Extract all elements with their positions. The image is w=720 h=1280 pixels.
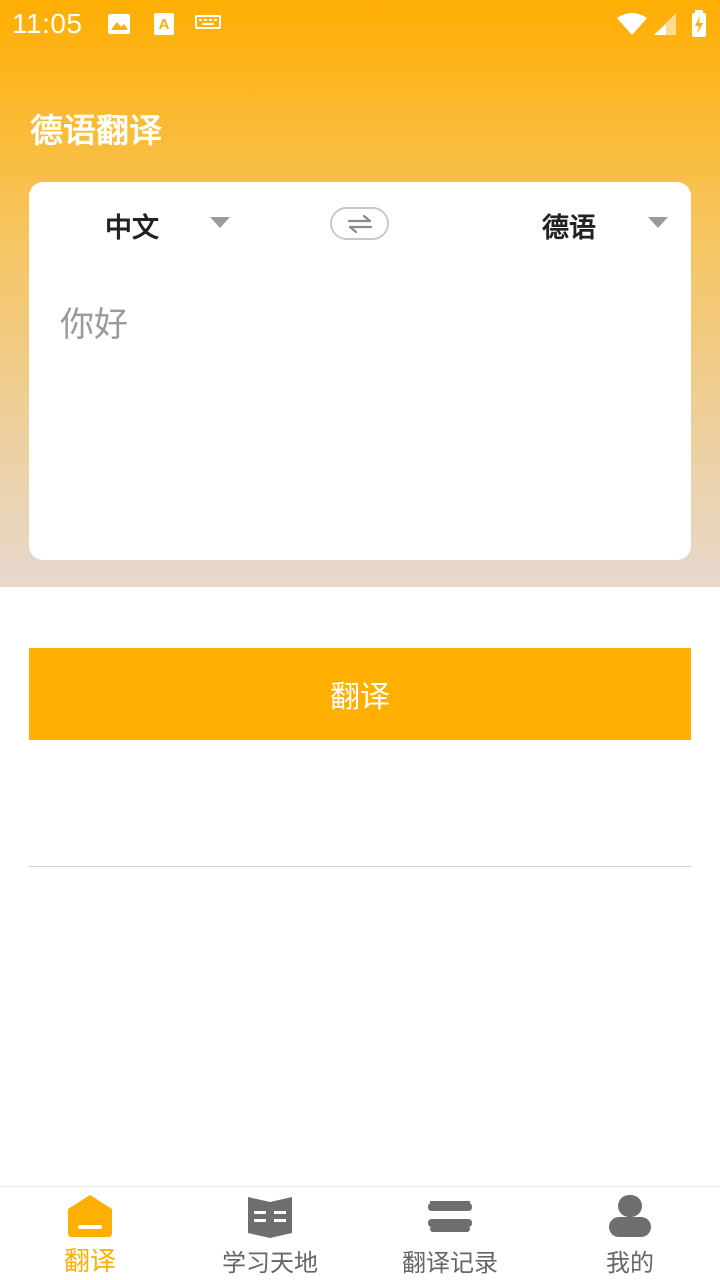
status-bar: 11:05 A xyxy=(0,0,720,50)
nav-label: 学习天地 xyxy=(222,1249,318,1277)
nav-label: 翻译记录 xyxy=(402,1249,498,1277)
page-title: 德语翻译 xyxy=(30,111,162,150)
target-language-selector[interactable]: 德语 xyxy=(542,206,596,245)
battery-charging-icon xyxy=(692,10,706,37)
book-icon xyxy=(248,1197,292,1238)
svg-text:A: A xyxy=(159,16,170,33)
home-icon xyxy=(68,1195,112,1237)
swap-icon xyxy=(347,214,372,233)
bottom-navigation: 翻译 学习天地 翻译记录 我的 xyxy=(0,1186,720,1280)
image-notification-icon xyxy=(108,14,130,34)
keyboard-icon xyxy=(195,15,221,29)
wifi-icon xyxy=(617,13,647,35)
font-notification-icon: A xyxy=(154,13,174,35)
nav-item-history[interactable]: 翻译记录 xyxy=(360,1187,540,1280)
swap-languages-button[interactable] xyxy=(330,207,389,240)
history-icon xyxy=(428,1201,472,1232)
nav-item-translate[interactable]: 翻译 xyxy=(0,1187,180,1280)
source-language-selector[interactable]: 中文 xyxy=(105,206,159,245)
nav-label: 我的 xyxy=(606,1249,654,1277)
status-time: 11:05 xyxy=(12,8,83,39)
result-divider xyxy=(29,866,691,867)
chevron-down-icon[interactable] xyxy=(210,217,230,228)
nav-item-study[interactable]: 学习天地 xyxy=(180,1187,360,1280)
source-text-input[interactable]: 你好 xyxy=(60,297,128,346)
chevron-down-icon[interactable] xyxy=(648,217,668,228)
user-icon xyxy=(609,1195,651,1237)
nav-label: 翻译 xyxy=(63,1247,116,1277)
translation-card: 中文 德语 你好 xyxy=(29,182,691,560)
nav-item-profile[interactable]: 我的 xyxy=(540,1187,720,1280)
signal-icon xyxy=(654,13,676,35)
translate-button[interactable]: 翻译 xyxy=(29,648,691,740)
